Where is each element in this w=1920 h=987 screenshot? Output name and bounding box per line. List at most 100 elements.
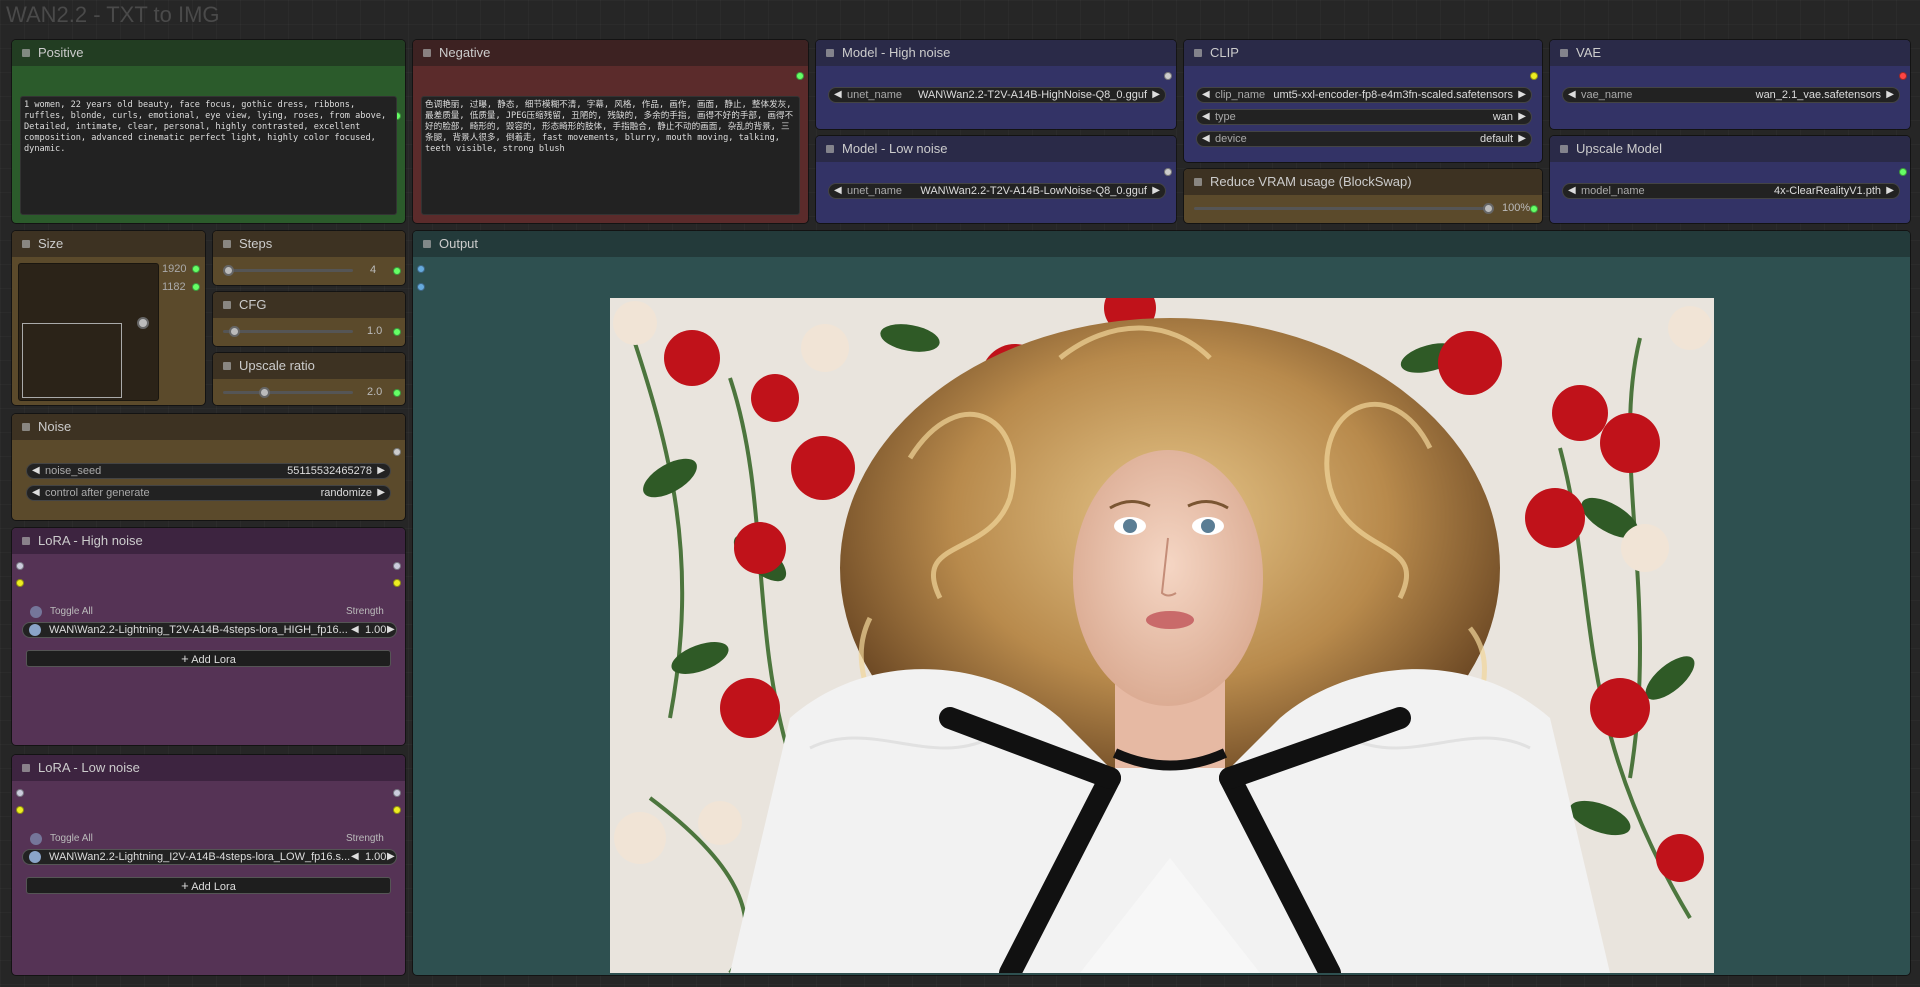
cfg-slider-knob[interactable] (229, 326, 240, 337)
model-high-node[interactable]: Model - High noise ◀ unet_name WAN\Wan2.… (816, 40, 1176, 129)
model-low-node[interactable]: Model - Low noise ◀ unet_name WAN\Wan2.2… (816, 136, 1176, 223)
collapse-icon[interactable] (826, 49, 834, 57)
image-input-slot[interactable] (417, 265, 425, 273)
positive-header[interactable]: Positive (12, 40, 405, 66)
clip-input-slot[interactable] (16, 806, 24, 814)
collapse-icon[interactable] (22, 423, 30, 431)
positive-node[interactable]: Positive 1 women, 22 years old beauty, f… (12, 40, 405, 223)
height-value[interactable]: 1182 (162, 281, 186, 293)
lora-low-node[interactable]: LoRA - Low noise Toggle All Strength WAN… (12, 755, 405, 975)
negative-node[interactable]: Negative 色调艳丽, 过曝, 静态, 细节模糊不清, 字幕, 风格, 作… (413, 40, 808, 223)
output-slot[interactable] (393, 389, 401, 397)
clip-input-slot[interactable] (16, 579, 24, 587)
arrow-right-icon[interactable]: ▶ (1152, 184, 1160, 198)
output-slot[interactable] (796, 72, 804, 80)
steps-slider-knob[interactable] (223, 265, 234, 276)
vae-header[interactable]: VAE (1550, 40, 1910, 66)
strength-decrease-icon[interactable]: ◀ (351, 623, 359, 637)
collapse-icon[interactable] (22, 537, 30, 545)
lora-strength[interactable]: 1.00 (365, 623, 386, 637)
vae-node[interactable]: VAE ◀ vae_name wan_2.1_vae.safetensors ▶ (1550, 40, 1910, 129)
noise-node[interactable]: Noise ◀ noise_seed 55115532465278 ▶ ◀ co… (12, 414, 405, 520)
arrow-right-icon[interactable]: ▶ (377, 464, 385, 478)
arrow-right-icon[interactable]: ▶ (377, 486, 385, 500)
upscale-ratio-slider-knob[interactable] (259, 387, 270, 398)
clip-output-slot[interactable] (393, 579, 401, 587)
output-header[interactable]: Output (413, 231, 1910, 257)
size-node[interactable]: Size 1920 1182 (12, 231, 205, 405)
strength-increase-icon[interactable]: ▶ (387, 623, 395, 637)
output-slot[interactable] (1899, 72, 1907, 80)
model-low-header[interactable]: Model - Low noise (816, 136, 1176, 162)
collapse-icon[interactable] (223, 240, 231, 248)
collapse-icon[interactable] (826, 145, 834, 153)
blockswap-header[interactable]: Reduce VRAM usage (BlockSwap) (1184, 169, 1542, 195)
noise-header[interactable]: Noise (12, 414, 405, 440)
cfg-header[interactable]: CFG (213, 292, 405, 318)
clip-output-slot[interactable] (393, 806, 401, 814)
arrow-right-icon[interactable]: ▶ (1518, 88, 1526, 102)
strength-decrease-icon[interactable]: ◀ (351, 850, 359, 864)
arrow-left-icon[interactable]: ◀ (1202, 88, 1210, 102)
toggle-all-switch[interactable] (30, 833, 42, 845)
upscale-model-header[interactable]: Upscale Model (1550, 136, 1910, 162)
arrow-left-icon[interactable]: ◀ (32, 464, 40, 478)
clip-header[interactable]: CLIP (1184, 40, 1542, 66)
arrow-right-icon[interactable]: ▶ (1518, 132, 1526, 146)
add-lora-button[interactable]: + Add Lora (26, 877, 391, 894)
arrow-left-icon[interactable]: ◀ (1202, 132, 1210, 146)
arrow-right-icon[interactable]: ▶ (1152, 88, 1160, 102)
lora-enabled-toggle[interactable] (29, 851, 41, 863)
size-header[interactable]: Size (12, 231, 205, 257)
width-output-slot[interactable] (192, 265, 200, 273)
output-image[interactable] (610, 298, 1714, 973)
toggle-all-switch[interactable] (30, 606, 42, 618)
model-input-slot[interactable] (16, 562, 24, 570)
clip-name-select[interactable]: ◀ clip_name umt5-xxl-encoder-fp8-e4m3fn-… (1196, 87, 1532, 103)
unet-name-select[interactable]: ◀ unet_name WAN\Wan2.2-T2V-A14B-HighNois… (828, 87, 1166, 103)
collapse-icon[interactable] (22, 49, 30, 57)
collapse-icon[interactable] (223, 362, 231, 370)
collapse-icon[interactable] (1560, 49, 1568, 57)
model-output-slot[interactable] (393, 789, 401, 797)
output-slot[interactable] (1530, 205, 1538, 213)
size-handle[interactable] (137, 317, 149, 329)
arrow-left-icon[interactable]: ◀ (32, 486, 40, 500)
add-lora-button[interactable]: + Add Lora (26, 650, 391, 667)
cfg-node[interactable]: CFG 1.0 (213, 292, 405, 346)
lora-low-header[interactable]: LoRA - Low noise (12, 755, 405, 781)
lora-enabled-toggle[interactable] (29, 624, 41, 636)
output-slot[interactable] (1164, 72, 1172, 80)
vae-name-select[interactable]: ◀ vae_name wan_2.1_vae.safetensors ▶ (1562, 87, 1900, 103)
strength-increase-icon[interactable]: ▶ (387, 850, 395, 864)
model-high-header[interactable]: Model - High noise (816, 40, 1176, 66)
steps-node[interactable]: Steps 4 (213, 231, 405, 285)
arrow-left-icon[interactable]: ◀ (1568, 184, 1576, 198)
model-input-slot[interactable] (16, 789, 24, 797)
lora-item[interactable]: WAN\Wan2.2-Lightning_T2V-A14B-4steps-lor… (22, 622, 397, 638)
model-name-select[interactable]: ◀ model_name 4x-ClearRealityV1.pth ▶ (1562, 183, 1900, 199)
arrow-left-icon[interactable]: ◀ (834, 88, 842, 102)
lora-name[interactable]: WAN\Wan2.2-Lightning_T2V-A14B-4steps-lor… (49, 623, 348, 637)
blockswap-slider-knob[interactable] (1483, 203, 1494, 214)
upscale-ratio-slider[interactable] (223, 391, 353, 394)
positive-prompt-textarea[interactable]: 1 women, 22 years old beauty, face focus… (20, 96, 397, 215)
output-slot[interactable] (393, 267, 401, 275)
blockswap-node[interactable]: Reduce VRAM usage (BlockSwap) 100% (1184, 169, 1542, 223)
unet-name-select[interactable]: ◀ unet_name WAN\Wan2.2-T2V-A14B-LowNoise… (828, 183, 1166, 199)
negative-header[interactable]: Negative (413, 40, 808, 66)
upscale-ratio-header[interactable]: Upscale ratio (213, 353, 405, 379)
collapse-icon[interactable] (423, 49, 431, 57)
output-slot[interactable] (1164, 168, 1172, 176)
height-output-slot[interactable] (192, 283, 200, 291)
upscale-ratio-node[interactable]: Upscale ratio 2.0 (213, 353, 405, 405)
collapse-icon[interactable] (423, 240, 431, 248)
collapse-icon[interactable] (1194, 178, 1202, 186)
output-slot[interactable] (1899, 168, 1907, 176)
lora-name[interactable]: WAN\Wan2.2-Lightning_I2V-A14B-4steps-lor… (49, 850, 350, 864)
steps-slider[interactable] (223, 269, 353, 272)
arrow-right-icon[interactable]: ▶ (1886, 184, 1894, 198)
size-canvas[interactable] (18, 263, 159, 401)
upscale-model-node[interactable]: Upscale Model ◀ model_name 4x-ClearReali… (1550, 136, 1910, 223)
lora-high-node[interactable]: LoRA - High noise Toggle All Strength WA… (12, 528, 405, 745)
